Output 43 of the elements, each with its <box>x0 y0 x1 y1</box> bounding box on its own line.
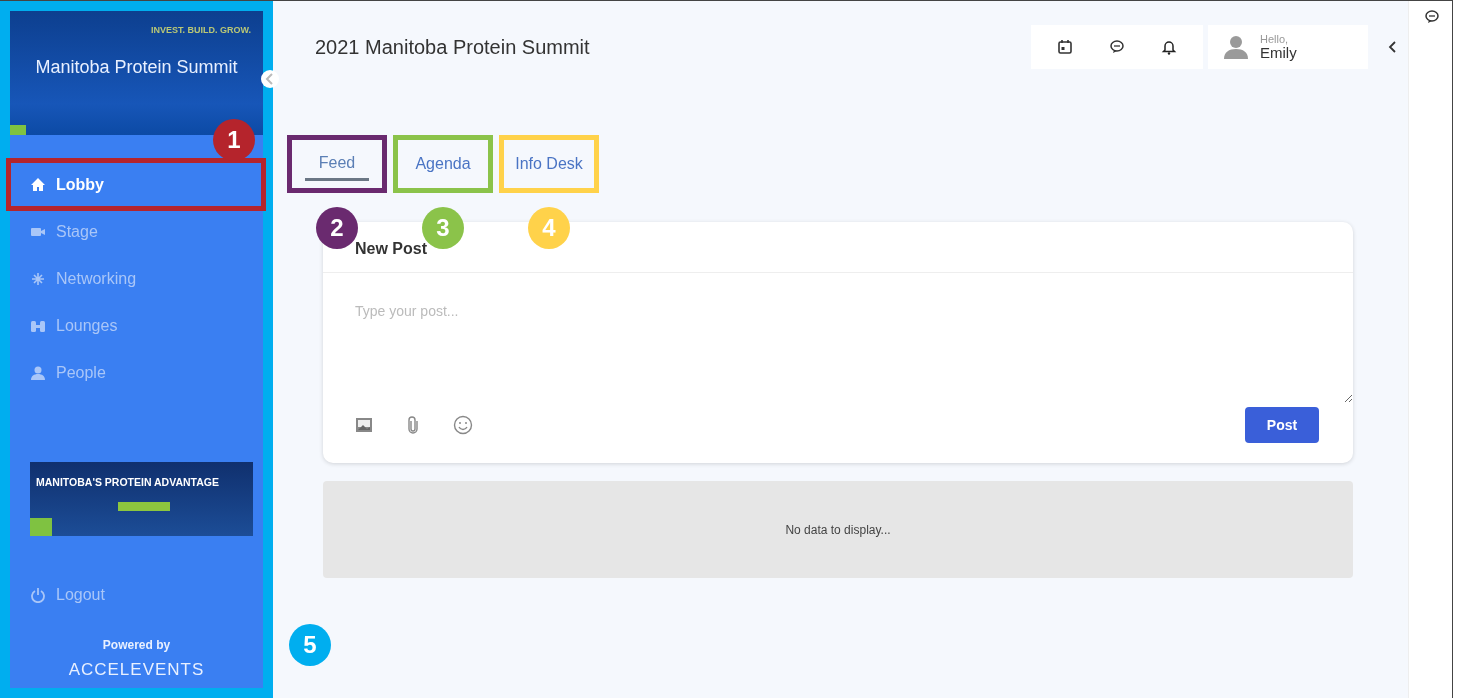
nav-label: Networking <box>56 269 137 288</box>
sponsor-headline: MANITOBA'S PROTEIN ADVANTAGE <box>35 475 220 488</box>
nav-label: People <box>56 363 106 382</box>
brand-logo: ACCELEVENTS <box>67 660 206 680</box>
chevron-left-icon[interactable] <box>1388 41 1398 53</box>
tab[interactable]: Feed <box>291 139 383 189</box>
nav-item[interactable]: Lounges <box>10 302 263 349</box>
sponsor-banner[interactable]: MANITOBA'S PROTEIN ADVANTAGE <box>30 462 253 536</box>
collapse-icon[interactable] <box>260 69 280 89</box>
nav-label: Lobby <box>56 175 104 194</box>
post-input[interactable]: Type your post... <box>323 273 1353 403</box>
post-button[interactable]: Post <box>1245 407 1319 443</box>
banner-title: Manitoba Protein Summit <box>35 57 238 78</box>
nav-item[interactable]: People <box>10 349 263 396</box>
tab[interactable]: Info Desk <box>503 139 595 189</box>
greeting-text: Hello, <box>1260 32 1290 45</box>
paperclip-icon[interactable] <box>407 416 419 434</box>
nav-item[interactable]: Lobby <box>10 161 263 208</box>
tab[interactable]: Agenda <box>397 139 489 189</box>
image-icon[interactable] <box>355 416 373 434</box>
nav-label: Stage <box>56 222 98 241</box>
nav-item[interactable]: Networking <box>10 255 263 302</box>
banner-accent <box>10 125 26 135</box>
banner-tagline: INVEST. BUILD. GROW. <box>151 25 251 35</box>
user-menu[interactable]: Hello, Emily <box>1208 25 1368 69</box>
user-name: Emily <box>1260 44 1297 62</box>
empty-message: No data to display... <box>785 522 891 537</box>
nav-item[interactable]: Stage <box>10 208 263 255</box>
nav-label: Lounges <box>56 316 118 335</box>
banner-accent <box>30 518 52 536</box>
person-icon <box>30 364 46 381</box>
powered-by-text: Powered by <box>101 638 172 652</box>
page-title: 2021 Manitoba Protein Summit <box>315 35 591 59</box>
callout-number: 4 <box>528 207 570 249</box>
home-icon <box>30 176 46 193</box>
power-icon <box>30 587 46 603</box>
logout-label: Logout <box>56 586 105 604</box>
network-icon <box>30 270 46 287</box>
smiley-icon[interactable] <box>453 415 473 435</box>
logout-link[interactable]: Logout <box>30 586 263 604</box>
avatar-icon <box>1224 34 1248 60</box>
cta-bar <box>118 502 170 511</box>
chat-icon[interactable] <box>1424 9 1440 25</box>
